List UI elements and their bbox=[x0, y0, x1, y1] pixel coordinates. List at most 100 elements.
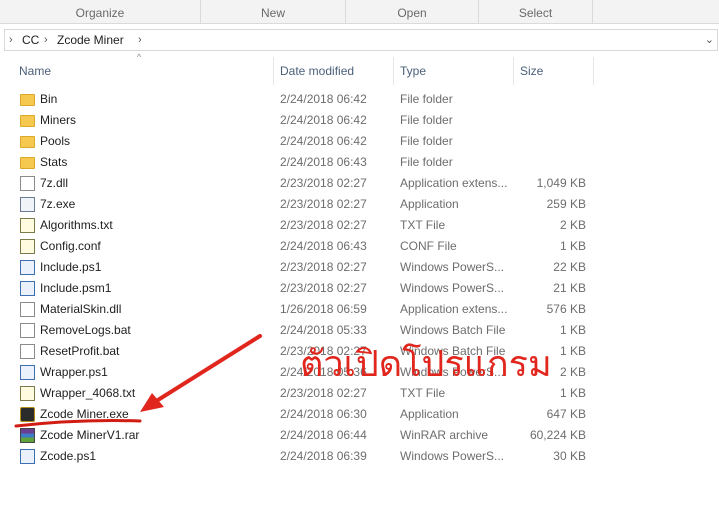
file-name: 7z.dll bbox=[40, 176, 69, 190]
txt-file-icon bbox=[20, 218, 35, 233]
file-type: Application extens... bbox=[400, 176, 508, 190]
exe-file-icon bbox=[20, 197, 35, 212]
file-row[interactable]: MaterialSkin.dll 1/26/2018 06:59 Applicati… bbox=[17, 299, 593, 320]
file-size bbox=[514, 89, 586, 110]
chevron-right-icon[interactable]: › bbox=[138, 30, 142, 50]
file-type: Windows PowerS... bbox=[400, 449, 505, 463]
chevron-right-icon[interactable]: › bbox=[9, 30, 13, 50]
file-name: Zcode.ps1 bbox=[40, 449, 97, 463]
file-size bbox=[514, 131, 586, 152]
file-date: 2/24/2018 06:42 bbox=[280, 134, 367, 148]
file-name: ResetProfit.bat bbox=[40, 344, 120, 358]
ribbon-group-new[interactable]: New bbox=[201, 0, 346, 24]
file-name: Pools bbox=[40, 134, 71, 148]
ribbon-group-select[interactable]: Select bbox=[479, 0, 593, 24]
column-header-size[interactable]: Size bbox=[514, 57, 594, 85]
file-name: Zcode Miner.exe bbox=[40, 407, 129, 421]
zcode-app-icon bbox=[20, 407, 35, 422]
ribbon-group-organize[interactable]: Organize bbox=[0, 0, 201, 24]
column-header-name[interactable]: Name bbox=[13, 57, 274, 85]
file-date: 2/24/2018 06:30 bbox=[280, 407, 367, 421]
file-date: 2/23/2018 02:27 bbox=[280, 218, 367, 232]
file-date: 2/24/2018 06:43 bbox=[280, 155, 367, 169]
file-type: TXT File bbox=[400, 218, 446, 232]
file-row[interactable]: Algorithms.txt 2/23/2018 02:27 TXT File 2 K… bbox=[17, 215, 593, 236]
file-size: 1 KB bbox=[559, 239, 586, 253]
file-type: Application extens... bbox=[400, 302, 508, 316]
file-name: Include.ps1 bbox=[40, 260, 102, 274]
file-name: Zcode MinerV1.rar bbox=[40, 428, 140, 442]
bat-file-icon bbox=[20, 344, 35, 359]
file-date: 2/23/2018 02:27 bbox=[280, 260, 367, 274]
powershell-file-icon bbox=[20, 365, 35, 380]
column-header-type[interactable]: Type bbox=[394, 57, 514, 85]
file-row[interactable]: Zcode MinerV1.rar 2/24/2018 06:44 WinRAR a… bbox=[17, 425, 593, 446]
folder-icon bbox=[20, 94, 35, 106]
bat-file-icon bbox=[20, 323, 35, 338]
file-name: Bin bbox=[40, 92, 58, 106]
file-date: 2/24/2018 06:44 bbox=[280, 428, 367, 442]
address-bar[interactable]: › CC › Zcode Miner › ⌄ bbox=[4, 29, 718, 51]
file-name: Stats bbox=[40, 155, 68, 169]
file-size: 259 KB bbox=[546, 197, 586, 211]
rar-archive-icon bbox=[20, 428, 35, 443]
file-size: 1,049 KB bbox=[536, 176, 586, 190]
ribbon-group-open[interactable]: Open bbox=[346, 0, 479, 24]
file-name: Wrapper_4068.txt bbox=[40, 386, 136, 400]
powershell-file-icon bbox=[20, 281, 35, 296]
powershell-file-icon bbox=[20, 449, 35, 464]
file-name: RemoveLogs.bat bbox=[40, 323, 131, 337]
file-size: 21 KB bbox=[553, 281, 586, 295]
txt-file-icon bbox=[20, 386, 35, 401]
file-type: File folder bbox=[400, 92, 453, 106]
folder-icon bbox=[20, 136, 35, 148]
file-date: 2/24/2018 06:39 bbox=[280, 449, 367, 463]
breadcrumb-cc[interactable]: CC bbox=[22, 30, 39, 50]
file-row[interactable]: Miners 2/24/2018 06:42 File folder bbox=[17, 110, 593, 131]
file-row[interactable]: Bin 2/24/2018 06:42 File folder bbox=[17, 89, 593, 110]
file-row[interactable]: Stats 2/24/2018 06:43 File folder bbox=[17, 152, 593, 173]
file-row[interactable]: Include.psm1 2/23/2018 02:27 Windows Power… bbox=[17, 278, 593, 299]
chevron-down-icon[interactable]: ⌄ bbox=[705, 30, 714, 50]
file-row[interactable]: Config.conf 2/24/2018 06:43 CONF File 1 KB bbox=[17, 236, 593, 257]
file-size bbox=[514, 110, 586, 131]
file-type: File folder bbox=[400, 134, 453, 148]
file-size: 576 KB bbox=[546, 302, 586, 316]
column-header-row: Name Date modified Type Size bbox=[0, 57, 719, 85]
file-date: 2/24/2018 06:42 bbox=[280, 92, 367, 106]
file-row[interactable]: Pools 2/24/2018 06:42 File folder bbox=[17, 131, 593, 152]
file-name: MaterialSkin.dll bbox=[40, 302, 122, 316]
file-date: 1/26/2018 06:59 bbox=[280, 302, 367, 316]
file-name: 7z.exe bbox=[40, 197, 76, 211]
file-type: Application bbox=[400, 197, 459, 211]
folder-icon bbox=[20, 115, 35, 127]
file-row[interactable]: Include.ps1 2/23/2018 02:27 Windows PowerS… bbox=[17, 257, 593, 278]
file-size: 2 KB bbox=[559, 218, 586, 232]
annotation-text: ตัวเปิดโปรแกรม bbox=[300, 344, 552, 385]
dll-file-icon bbox=[20, 302, 35, 317]
chevron-right-icon[interactable]: › bbox=[44, 30, 48, 50]
file-row[interactable]: Zcode Miner.exe 2/24/2018 06:30 Applicatio… bbox=[17, 404, 593, 425]
file-name: Wrapper.ps1 bbox=[40, 365, 108, 379]
file-name: Config.conf bbox=[40, 239, 101, 253]
file-type: WinRAR archive bbox=[400, 428, 489, 442]
file-name: Miners bbox=[40, 113, 77, 127]
column-header-date[interactable]: Date modified bbox=[274, 57, 394, 85]
file-row[interactable]: Zcode.ps1 2/24/2018 06:39 Windows PowerS..… bbox=[17, 446, 593, 467]
file-date: 2/23/2018 02:27 bbox=[280, 176, 367, 190]
file-date: 2/23/2018 02:27 bbox=[280, 281, 367, 295]
file-type: File folder bbox=[400, 155, 453, 169]
file-size: 22 KB bbox=[553, 260, 586, 274]
file-type: Windows PowerS... bbox=[400, 260, 505, 274]
file-date: 2/23/2018 02:27 bbox=[280, 197, 367, 211]
file-row[interactable]: 7z.exe 2/23/2018 02:27 Application 259 KB bbox=[17, 194, 593, 215]
file-date: 2/24/2018 06:42 bbox=[280, 113, 367, 127]
dll-file-icon bbox=[20, 176, 35, 191]
breadcrumb-zcode-miner[interactable]: Zcode Miner bbox=[57, 30, 124, 50]
file-size: 60,224 KB bbox=[529, 428, 586, 442]
file-size bbox=[514, 152, 586, 173]
file-name: Include.psm1 bbox=[40, 281, 112, 295]
txt-file-icon bbox=[20, 239, 35, 254]
folder-icon bbox=[20, 157, 35, 169]
file-row[interactable]: 7z.dll 2/23/2018 02:27 Application extens.… bbox=[17, 173, 593, 194]
